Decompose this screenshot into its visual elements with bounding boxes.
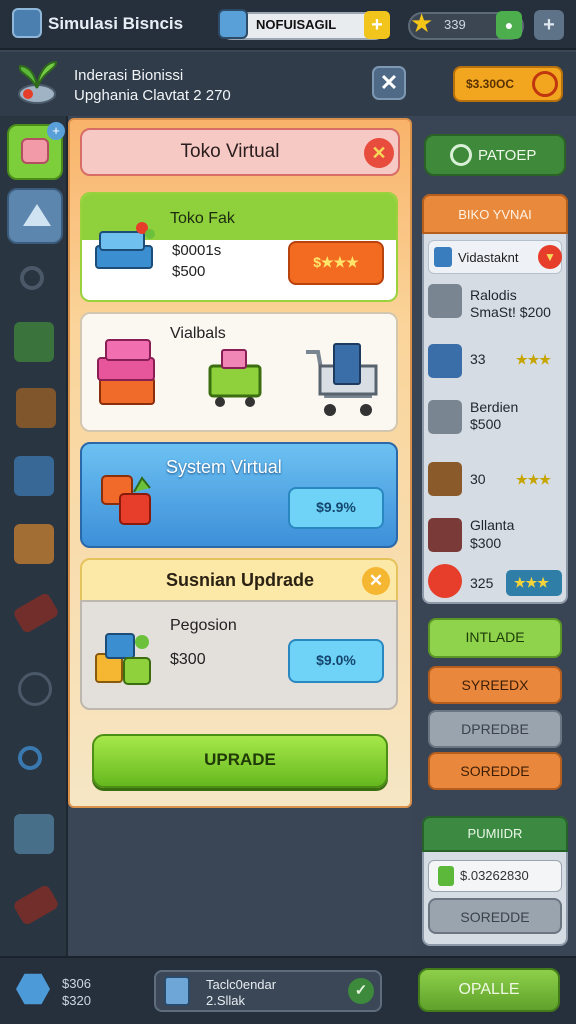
easel-icon[interactable] — [16, 388, 56, 428]
books-stack-icon — [97, 339, 155, 405]
app-logo-icon — [12, 8, 42, 38]
cart-icon — [428, 284, 462, 318]
bottom-stat-2: $320 — [62, 993, 91, 1008]
app-title: Simulasi Bisncis — [48, 14, 184, 33]
upgrade-button-label: UPRADE — [204, 750, 276, 769]
calendar-subtitle: 2.Sllak — [206, 993, 246, 1008]
sidebar-item-shop[interactable]: + — [7, 122, 65, 180]
cart-icon — [428, 518, 462, 552]
card-title: System Virtual — [166, 457, 282, 477]
upgrade-item-price: $300 — [170, 651, 206, 668]
panel-close-button[interactable]: ✕ — [364, 138, 394, 168]
plus-icon: + — [47, 122, 65, 140]
calendar-icon — [164, 976, 190, 1006]
header-title: Inderasi Bionissi — [74, 67, 184, 84]
books-icon — [95, 222, 155, 269]
cubes-icon — [95, 633, 151, 685]
chat-icon[interactable]: ● — [496, 11, 522, 39]
list-item-name: Gllanta — [470, 517, 515, 533]
balance-value: $.03262830 — [460, 868, 529, 883]
card-title: Vialbals — [170, 325, 226, 342]
star-icon: ★ — [410, 8, 434, 38]
box-icon[interactable] — [14, 322, 54, 362]
list-item-name: Ralodis — [470, 287, 517, 303]
opalle-button-label: OPALLE — [458, 981, 520, 998]
shopping-cart-icon — [306, 343, 378, 416]
bottom-stat-1: $306 — [62, 976, 91, 991]
summary-title: PUMIIDR — [467, 826, 523, 841]
buy-button-label: $9.9% — [316, 499, 356, 515]
dropdown-icon[interactable]: ▼ — [538, 245, 562, 269]
list-item-price: $300 — [470, 535, 502, 551]
globe-icon[interactable] — [18, 672, 52, 706]
card-price: $500 — [172, 263, 206, 280]
cabinet-icon[interactable] — [14, 814, 54, 854]
list-item-price: SmaSt! $200 — [470, 304, 551, 320]
list-item-count: 33 — [470, 351, 486, 367]
check-icon[interactable]: ✓ — [348, 978, 374, 1004]
add-button[interactable]: + — [534, 10, 564, 40]
bag-icon — [21, 138, 49, 164]
cart-icon — [428, 400, 462, 434]
score-value: 339 — [444, 17, 466, 32]
syreedx-button-label: SYREEDX — [461, 677, 529, 693]
list-item-stars: ★★★ — [516, 472, 551, 487]
cart-icon — [428, 462, 462, 496]
upgrade-card-title: Susnian Updrade — [165, 570, 315, 590]
list-item-stars: ★★★ — [514, 575, 549, 590]
list-item-count: 325 — [470, 575, 494, 591]
card-price-line: $0001s — [172, 242, 222, 259]
fruit-icon — [428, 564, 462, 598]
notification-add-button[interactable]: + — [364, 11, 390, 39]
crate-icon[interactable] — [14, 524, 54, 564]
close-button[interactable]: ✕ — [372, 66, 406, 100]
list-item-count: 30 — [470, 471, 486, 487]
header-subtitle: Upghania Clavtat 2 270 — [74, 87, 231, 104]
sidebar-item-home[interactable] — [7, 188, 63, 244]
item-list-title: BIKO YVNAI — [458, 207, 532, 222]
patoep-button-label: PATOEP — [478, 147, 537, 164]
notification-text: NOFUISAGIL — [256, 17, 337, 32]
cart-icon — [208, 349, 262, 407]
soredde-button-label: SOREDDE — [460, 763, 530, 779]
intlade-button-label: INTLADE — [465, 629, 525, 645]
item-list-filter-label: Vidastaknt — [458, 250, 519, 265]
book-icon — [434, 247, 452, 267]
search-icon[interactable] — [20, 266, 44, 290]
upgrade-card-close-button[interactable]: ✕ — [362, 567, 390, 595]
search-icon — [532, 71, 558, 97]
buy-button-label: $9.0% — [316, 652, 356, 668]
buy-button-label: $★★★ — [313, 254, 359, 270]
book-icon — [428, 344, 462, 378]
panel-title: Toko Virtual — [180, 141, 280, 162]
magnifier-icon[interactable] — [18, 746, 42, 770]
buckets-icon — [101, 475, 151, 525]
home-icon — [23, 204, 51, 226]
card-title: Toko Fak — [170, 210, 235, 227]
trash-icon — [438, 866, 454, 886]
plant-shop-icon — [18, 60, 58, 104]
upgrade-item-name: Pegosion — [170, 617, 237, 634]
power-icon — [450, 144, 472, 166]
mail-icon — [218, 9, 248, 39]
list-item-name: Berdien — [470, 399, 519, 415]
calendar-title: Taclc0endar — [206, 977, 277, 992]
soredde-secondary-button-label: SOREDDE — [460, 909, 530, 925]
list-item-stars: ★★★ — [516, 352, 551, 367]
search-button-label: $3.30OC — [466, 77, 515, 91]
list-item-price: $500 — [470, 416, 502, 432]
package-icon[interactable] — [14, 456, 54, 496]
dpredbe-button-label: DPREDBE — [461, 721, 529, 737]
